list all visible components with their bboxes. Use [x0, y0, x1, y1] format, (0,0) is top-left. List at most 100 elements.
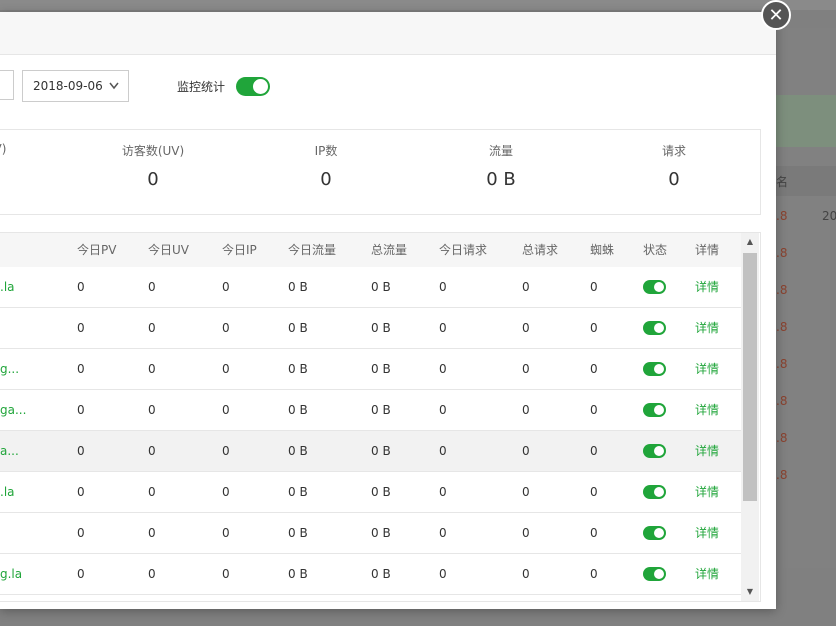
- column-header: 蜘蛛: [590, 243, 615, 257]
- stat-value: 0: [320, 169, 332, 190]
- cell-today-flow: 0 B: [288, 485, 308, 499]
- close-button[interactable]: ✕: [761, 0, 791, 30]
- stat-value: 0 B: [486, 169, 516, 190]
- cell-spider: 0: [590, 362, 598, 376]
- cell-spider: 0: [590, 567, 598, 581]
- status-toggle[interactable]: [643, 485, 666, 499]
- background-top-bar: [0, 0, 836, 10]
- site-table: 今日PV 今日UV 今日IP 今日流量 总流量 今日请求 总请求 蜘蛛 状态 详…: [0, 232, 761, 602]
- site-name-link[interactable]: .la: [0, 472, 15, 512]
- cell-pv: 0: [77, 526, 85, 540]
- cell-ip: 0: [222, 403, 230, 417]
- stat-uv: 访客数(UV) 0: [78, 130, 228, 190]
- detail-link[interactable]: 详情: [695, 513, 719, 553]
- stats-panel: V) 访客数(UV) 0 IP数 0 流量 0 B 请求 0: [0, 129, 761, 215]
- stat-value: 0: [668, 169, 680, 190]
- cell-today-req: 0: [439, 362, 447, 376]
- cell-uv: 0: [148, 403, 156, 417]
- stat-label: IP数: [314, 144, 338, 158]
- stat-flow: 流量 0 B: [426, 130, 576, 190]
- background-cell: .8: [776, 394, 788, 408]
- cell-ip: 0: [222, 280, 230, 294]
- table-header: 今日PV 今日UV 今日IP 今日流量 总流量 今日请求 总请求 蜘蛛 状态 详…: [0, 233, 741, 268]
- stat-value: 0: [147, 169, 159, 190]
- cell-uv: 0: [148, 321, 156, 335]
- cell-pv: 0: [77, 485, 85, 499]
- status-toggle[interactable]: [643, 444, 666, 458]
- cell-total-flow: 0 B: [371, 526, 391, 540]
- arrow-down-icon[interactable]: ▼: [741, 583, 759, 601]
- cell-ip: 0: [222, 362, 230, 376]
- background-cell: .8: [776, 283, 788, 297]
- status-toggle[interactable]: [643, 362, 666, 376]
- cell-spider: 0: [590, 280, 598, 294]
- column-header: 详情: [695, 243, 720, 257]
- column-header: 今日流量: [288, 243, 337, 257]
- cell-uv: 0: [148, 280, 156, 294]
- site-name-link[interactable]: a...: [0, 431, 19, 471]
- table-row: .la 0 0 0 0 B 0 B 0 0 0 详情: [0, 472, 741, 513]
- date-start-input[interactable]: [0, 70, 14, 100]
- cell-spider: 0: [590, 526, 598, 540]
- status-toggle[interactable]: [643, 321, 666, 335]
- detail-link[interactable]: 详情: [695, 472, 719, 512]
- site-monitor-modal: 2018-09-06 监控统计 V) 访客数(UV) 0 IP数 0 流量 0 …: [0, 12, 776, 609]
- table-row: g.la 0 0 0 0 B 0 B 0 0 0 详情: [0, 554, 741, 595]
- table-row: 0 0 0 0 B 0 B 0 0 0 详情: [0, 513, 741, 554]
- detail-link[interactable]: 详情: [695, 431, 719, 471]
- cell-total-req: 0: [522, 403, 530, 417]
- status-toggle[interactable]: [643, 280, 666, 294]
- cell-total-req: 0: [522, 280, 530, 294]
- status-toggle[interactable]: [643, 567, 666, 581]
- cell-spider: 0: [590, 403, 598, 417]
- cell-today-req: 0: [439, 444, 447, 458]
- site-name-link[interactable]: g.la: [0, 554, 22, 594]
- table-scrollbar[interactable]: ▲ ▼: [741, 233, 759, 601]
- stat-ip: IP数 0: [251, 130, 401, 190]
- background-cell: .8: [776, 468, 788, 482]
- cell-total-flow: 0 B: [371, 485, 391, 499]
- site-name-link[interactable]: ga...: [0, 390, 26, 430]
- status-toggle[interactable]: [643, 526, 666, 540]
- table-row: 0 0 0 0 B 0 B 0 0 0 详情: [0, 308, 741, 349]
- cell-ip: 0: [222, 526, 230, 540]
- table-row: ga... 0 0 0 0 B 0 B 0 0 0 详情: [0, 390, 741, 431]
- background-cell: .8: [776, 431, 788, 445]
- column-header: 总请求: [522, 243, 559, 257]
- table-row: .la 0 0 0 0 B 0 B 0 0 0 详情: [0, 267, 741, 308]
- stat-label: 流量: [488, 144, 513, 158]
- cell-pv: 0: [77, 280, 85, 294]
- scrollbar-thumb[interactable]: [743, 253, 757, 501]
- background-cell: .8: [776, 357, 788, 371]
- cell-today-req: 0: [439, 485, 447, 499]
- cell-total-flow: 0 B: [371, 280, 391, 294]
- detail-link[interactable]: 详情: [695, 308, 719, 348]
- arrow-up-icon[interactable]: ▲: [741, 233, 759, 251]
- close-icon: ✕: [768, 4, 784, 26]
- date-select[interactable]: 2018-09-06: [22, 70, 129, 102]
- site-name-link[interactable]: g...: [0, 349, 19, 389]
- cell-uv: 0: [148, 567, 156, 581]
- stat-label: 访客数(UV): [121, 144, 185, 158]
- detail-link[interactable]: 详情: [695, 390, 719, 430]
- cell-ip: 0: [222, 321, 230, 335]
- detail-link[interactable]: 详情: [695, 349, 719, 389]
- status-toggle[interactable]: [643, 403, 666, 417]
- cell-today-flow: 0 B: [288, 280, 308, 294]
- cell-today-flow: 0 B: [288, 567, 308, 581]
- cell-pv: 0: [77, 362, 85, 376]
- site-name-link[interactable]: .la: [0, 267, 15, 307]
- detail-link[interactable]: 详情: [695, 554, 719, 594]
- cell-today-flow: 0 B: [288, 444, 308, 458]
- column-header: 总流量: [371, 243, 408, 257]
- cell-ip: 0: [222, 567, 230, 581]
- cell-total-flow: 0 B: [371, 321, 391, 335]
- monitor-toggle[interactable]: [236, 77, 270, 96]
- background-cell: .8: [776, 209, 788, 223]
- cell-total-flow: 0 B: [371, 403, 391, 417]
- cell-spider: 0: [590, 444, 598, 458]
- detail-link[interactable]: 详情: [695, 267, 719, 307]
- stat-label: V): [0, 142, 7, 156]
- cell-today-flow: 0 B: [288, 362, 308, 376]
- background-cell: .8: [776, 246, 788, 260]
